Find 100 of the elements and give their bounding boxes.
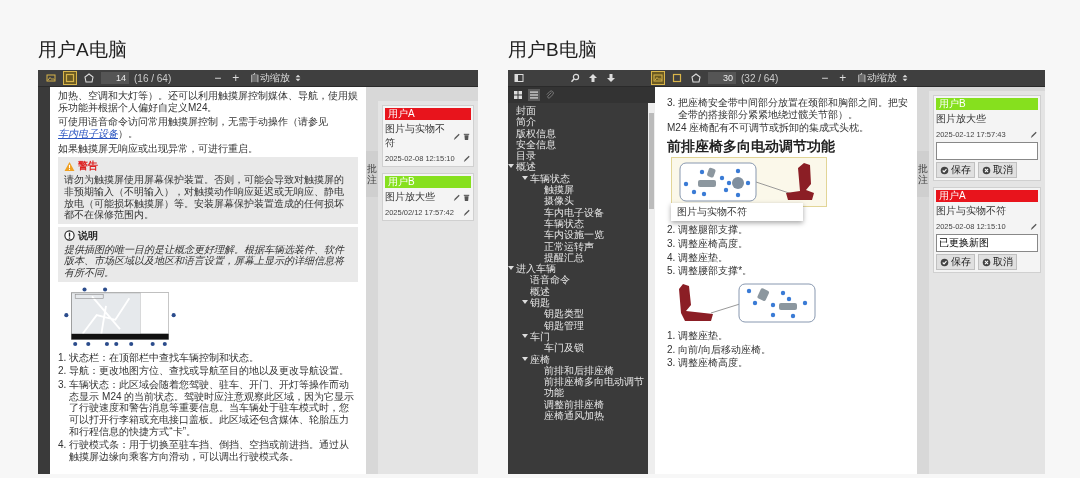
comment-text: 图片与实物不符 <box>936 204 1006 218</box>
outline-item[interactable]: 座椅通风加热 <box>508 410 646 422</box>
cancel-icon <box>982 165 991 175</box>
outline-item[interactable]: 版权信息 <box>508 127 646 139</box>
save-button[interactable]: 保存 <box>936 162 975 178</box>
outline-item[interactable]: 概述 <box>508 161 646 173</box>
list-number: 1. <box>667 329 676 342</box>
expand-toggle-icon[interactable] <box>508 265 514 272</box>
list-item-text: 状态栏：在顶部栏中查找车辆控制和状态。 <box>69 351 260 364</box>
outline-item[interactable]: 前排座椅多向电动调节功能 <box>508 376 646 399</box>
callout-text: 请勿为触摸屏使用屏幕保护装置。否则，可能会导致对触摸屏的非预期输入（不明输入），对触摸动作响应延迟或无响应、静电放电（可能损坏触摸屏）等。安装屏幕保护装置造成的任何损坏都不在保修范围内。 <box>64 174 345 221</box>
page-number-field[interactable]: 30 <box>708 72 736 84</box>
save-button[interactable]: 保存 <box>936 254 975 270</box>
list-number: 3. <box>667 237 676 250</box>
outline-item[interactable]: 钥匙 <box>508 297 646 309</box>
search-icon[interactable] <box>570 73 580 83</box>
pencil-icon[interactable] <box>1029 221 1038 231</box>
list-number: 3. <box>667 357 676 369</box>
pentagon-tool-button[interactable] <box>689 71 703 85</box>
outline-item[interactable]: 简介 <box>508 116 646 128</box>
cancel-button[interactable]: 取消 <box>978 162 1017 178</box>
comments-tab[interactable]: 批注 <box>917 151 929 197</box>
outline-item[interactable]: 语音命令 <box>508 274 646 286</box>
outline-tab[interactable] <box>528 89 540 101</box>
outline-item[interactable]: 车内电子设备 <box>508 206 646 218</box>
comment-text: 图片与实物不符 <box>385 122 446 150</box>
thumbnails-tab[interactable] <box>512 89 524 101</box>
zoom-out-button[interactable]: − <box>818 71 832 85</box>
section-title: 用户A电脑 <box>38 38 127 62</box>
list-item-text: 导航：更改地图方位、查找或导航至目的地以及更改导航设置。 <box>69 365 350 377</box>
comment-author-bar: 用户B <box>385 176 471 188</box>
outline-item[interactable]: 正常运转声 <box>508 240 646 252</box>
list-item-text: 调整座垫。 <box>678 329 729 342</box>
expand-toggle-icon[interactable] <box>522 174 528 181</box>
expand-toggle-icon[interactable] <box>522 299 528 306</box>
outline-item[interactable]: 车门及锁 <box>508 342 646 354</box>
reply-field[interactable] <box>936 142 1038 160</box>
outline-item[interactable]: 座椅 <box>508 353 646 365</box>
outline-item[interactable]: 调整前排座椅 <box>508 398 646 410</box>
outline-item[interactable]: 封面 <box>508 105 646 117</box>
sidebar-toggle-icon[interactable] <box>514 73 524 83</box>
arrow-down-icon[interactable] <box>606 73 616 83</box>
outline-item[interactable]: 前排和后排座椅 <box>508 364 646 377</box>
outline-item[interactable]: 钥匙管理 <box>508 319 646 331</box>
picture-tool-button[interactable] <box>44 71 58 85</box>
callout-title: 警告 <box>78 160 98 173</box>
paperclip-icon <box>545 90 555 100</box>
callout-text: 提供插图的唯一目的是让概念更好理解。根据车辆选装件、软件版本、市场区域以及地区和语言设置，屏幕上显示的详细信息将有所不同。 <box>64 243 346 279</box>
arrow-up-icon[interactable] <box>588 73 598 83</box>
picture-tool-button[interactable] <box>651 71 665 85</box>
list-number: 1. <box>58 351 67 364</box>
comments-tab[interactable]: 批注 <box>366 151 378 197</box>
expand-toggle-icon[interactable] <box>522 332 528 339</box>
outline-item[interactable]: 进入车辆 <box>508 263 646 275</box>
paragraph: M24 座椅配有不可调节或拆卸的集成式头枕。 <box>667 122 871 135</box>
caret-icon <box>901 74 910 82</box>
zoom-select[interactable]: 自动缩放 <box>854 71 913 85</box>
outline-item[interactable]: 车内设施一览 <box>508 229 646 241</box>
delete-icon[interactable] <box>462 131 471 141</box>
callout-title: 说明 <box>78 229 98 242</box>
zoom-select[interactable]: 自动缩放 <box>247 71 306 85</box>
pencil-icon[interactable] <box>462 153 471 163</box>
outline-item[interactable]: 目录 <box>508 150 646 162</box>
page-number-field[interactable]: 14 <box>101 72 129 84</box>
outline-item[interactable]: 钥匙类型 <box>508 308 646 320</box>
zoom-out-button[interactable]: − <box>211 71 225 85</box>
check-icon <box>940 257 949 267</box>
outline-item[interactable]: 安全信息 <box>508 138 646 151</box>
check-icon <box>940 165 949 175</box>
outline-item[interactable]: 摄像头 <box>508 195 646 207</box>
square-tool-button[interactable] <box>670 71 684 85</box>
square-icon <box>672 73 682 83</box>
warning-icon <box>64 160 75 172</box>
expand-toggle-icon[interactable] <box>522 355 528 362</box>
outline-item[interactable]: 提醒汇总 <box>508 251 646 264</box>
square-tool-button[interactable] <box>63 71 77 85</box>
list-item-text: 向前/向后移动座椅。 <box>678 343 772 356</box>
list-item-text: 调整座椅高度。 <box>678 357 749 369</box>
expand-toggle-icon[interactable] <box>508 163 514 170</box>
outline-item[interactable]: 触摸屏 <box>508 184 646 196</box>
pentagon-tool-button[interactable] <box>82 71 96 85</box>
thumbnails-icon <box>513 90 523 100</box>
outline-item[interactable]: 概述 <box>508 285 646 298</box>
picture-icon <box>46 73 56 83</box>
outline-item[interactable]: 车辆状态 <box>508 217 646 230</box>
list-number: 3. <box>667 97 676 110</box>
delete-icon[interactable] <box>462 192 471 202</box>
cancel-button[interactable]: 取消 <box>978 254 1017 270</box>
page-count: (32 / 64) <box>741 72 779 84</box>
list-number: 2. <box>667 343 676 356</box>
zoom-in-button[interactable]: + <box>836 71 850 85</box>
outline-item[interactable]: 车门 <box>508 330 646 343</box>
pencil-icon[interactable] <box>1029 129 1038 139</box>
list-number: 4. <box>667 251 676 264</box>
zoom-in-button[interactable]: + <box>229 71 243 85</box>
reply-field[interactable]: 已更换新图 <box>936 234 1038 252</box>
paperclip-tab[interactable] <box>544 89 556 101</box>
outline-item[interactable]: 车辆状态 <box>508 172 646 185</box>
pencil-icon[interactable] <box>452 131 461 141</box>
link[interactable]: 车内电子设备 <box>58 128 118 140</box>
